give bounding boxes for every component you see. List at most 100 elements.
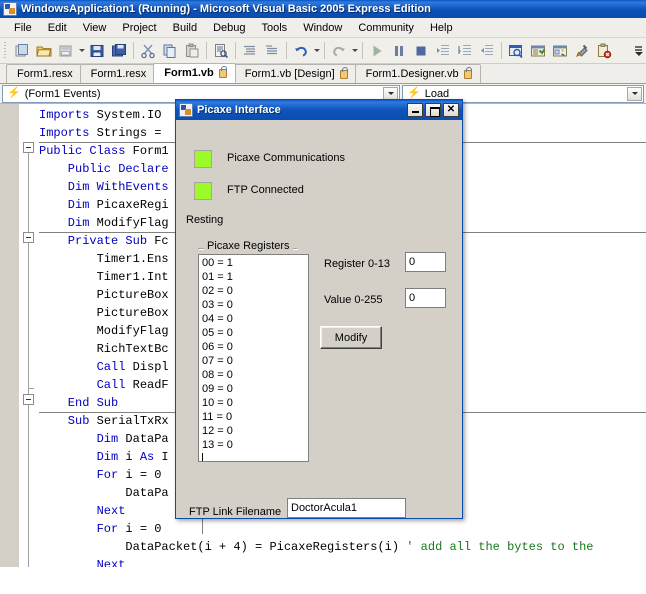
toolbar-overflow-button[interactable] [633,41,644,60]
tab-form1-designer-vb[interactable]: Form1.Designer.vb [355,64,481,83]
find-icon[interactable] [210,40,232,62]
toolbox-icon[interactable] [549,40,571,62]
toolbar [0,38,646,64]
menu-item-tools[interactable]: Tools [254,20,296,36]
register-row[interactable]: 05 = 0 [202,326,305,340]
redo-dropdown-icon[interactable] [350,40,359,62]
minimize-button[interactable] [407,103,423,117]
tab-label: Form1.vb [164,67,214,79]
chevron-down-icon[interactable] [627,87,642,101]
menu-item-debug[interactable]: Debug [205,20,253,36]
menu-item-view[interactable]: View [75,20,115,36]
outline-line [28,238,29,396]
code-token: Displ [125,360,168,374]
error-list-icon[interactable] [593,40,615,62]
open-file-icon[interactable] [33,40,55,62]
toolbar-separator [324,42,325,59]
ftp-filename-input[interactable]: DoctorAcula1 [287,498,406,518]
register-row[interactable]: 02 = 0 [202,284,305,298]
start-debugging-icon[interactable] [366,40,388,62]
code-token: Imports [39,108,89,122]
register-row[interactable]: 10 = 0 [202,396,305,410]
save-all-2-icon[interactable] [108,40,130,62]
picaxe-interface-dialog[interactable]: Picaxe Interface ✕ Picaxe Communications… [175,99,463,519]
step-into-icon[interactable] [432,40,454,62]
code-token [39,504,97,518]
redo-icon[interactable] [328,40,350,62]
outline-tick [28,388,34,389]
copy-icon[interactable] [159,40,181,62]
register-row[interactable]: 09 = 0 [202,382,305,396]
value-input[interactable]: 0 [405,288,446,308]
code-token: End Sub [39,396,118,410]
save-all-icon[interactable] [55,40,77,62]
toolbar-separator [286,42,287,59]
register-row[interactable]: 01 = 1 [202,270,305,284]
register-row[interactable]: 12 = 0 [202,424,305,438]
stop-icon[interactable] [410,40,432,62]
paste-icon[interactable] [181,40,203,62]
undo-icon[interactable] [290,40,312,62]
save-all-dropdown-icon[interactable] [77,40,86,62]
menu-item-help[interactable]: Help [422,20,461,36]
tab-form1-resx-2[interactable]: Form1.resx [80,64,156,83]
dialog-titlebar[interactable]: Picaxe Interface ✕ [176,100,462,120]
code-token: Timer1.Ens [39,252,169,266]
new-project-icon[interactable] [11,40,33,62]
menu-item-project[interactable]: Project [114,20,164,36]
properties-window-icon[interactable] [527,40,549,62]
toolbar-grip[interactable] [2,42,9,60]
status-text: Resting [186,214,223,226]
menu-item-build[interactable]: Build [165,20,205,36]
uncomment-icon[interactable] [261,40,283,62]
register-row[interactable]: 08 = 0 [202,368,305,382]
menu-item-window[interactable]: Window [295,20,350,36]
menu-item-file[interactable]: File [6,20,40,36]
step-over-icon[interactable] [454,40,476,62]
close-button[interactable]: ✕ [443,103,459,117]
code-token: DataPa [39,486,169,500]
pause-icon[interactable] [388,40,410,62]
cut-icon[interactable] [137,40,159,62]
code-token: Next [97,504,126,518]
toolbar-separator [133,42,134,59]
outline-line [28,148,29,232]
collapse-toggle[interactable] [23,232,34,243]
register-row[interactable]: 00 = 1 [202,256,305,270]
step-out-icon[interactable] [476,40,498,62]
class-combo-value: (Form1 Events) [25,88,101,100]
code-token: Form1 [125,144,168,158]
register-row[interactable]: 03 = 0 [202,298,305,312]
collapse-toggle[interactable] [23,142,34,153]
undo-dropdown-icon[interactable] [312,40,321,62]
register-row[interactable]: 07 = 0 [202,354,305,368]
code-token: Private Sub [39,234,147,248]
code-token: Strings = [89,126,175,140]
tab-form1-vb-design[interactable]: Form1.vb [Design] [234,64,357,83]
object-browser-icon[interactable] [571,40,593,62]
modify-button[interactable]: Modify [320,326,382,349]
code-token: Dim WithEvents [39,180,169,194]
window-titlebar: WindowsApplication1 (Running) - Microsof… [0,0,646,18]
code-token: SerialTxRx [89,414,168,428]
picaxe-registers-list[interactable]: 00 = 101 = 102 = 003 = 004 = 005 = 006 =… [198,254,309,462]
menu-item-edit[interactable]: Edit [40,20,75,36]
save-icon[interactable] [86,40,108,62]
register-input[interactable]: 0 [405,252,446,272]
code-line: For i = 0 [39,520,646,538]
register-row[interactable]: 11 = 0 [202,410,305,424]
collapse-toggle[interactable] [23,394,34,405]
tab-form1-resx-1[interactable]: Form1.resx [6,64,82,83]
register-row[interactable]: 13 = 0 [202,438,305,452]
comment-icon[interactable] [239,40,261,62]
register-row[interactable]: 04 = 0 [202,312,305,326]
code-token: ReadF [125,378,168,392]
tab-form1-vb[interactable]: Form1.vb [153,63,236,83]
register-row[interactable]: 06 = 0 [202,340,305,354]
editor-outlining-margin[interactable] [19,104,39,567]
maximize-button[interactable] [425,103,441,117]
solution-explorer-icon[interactable] [505,40,527,62]
editor-indicator-margin[interactable] [0,104,19,567]
code-token: i = 0 [118,522,161,536]
menu-item-community[interactable]: Community [350,20,422,36]
